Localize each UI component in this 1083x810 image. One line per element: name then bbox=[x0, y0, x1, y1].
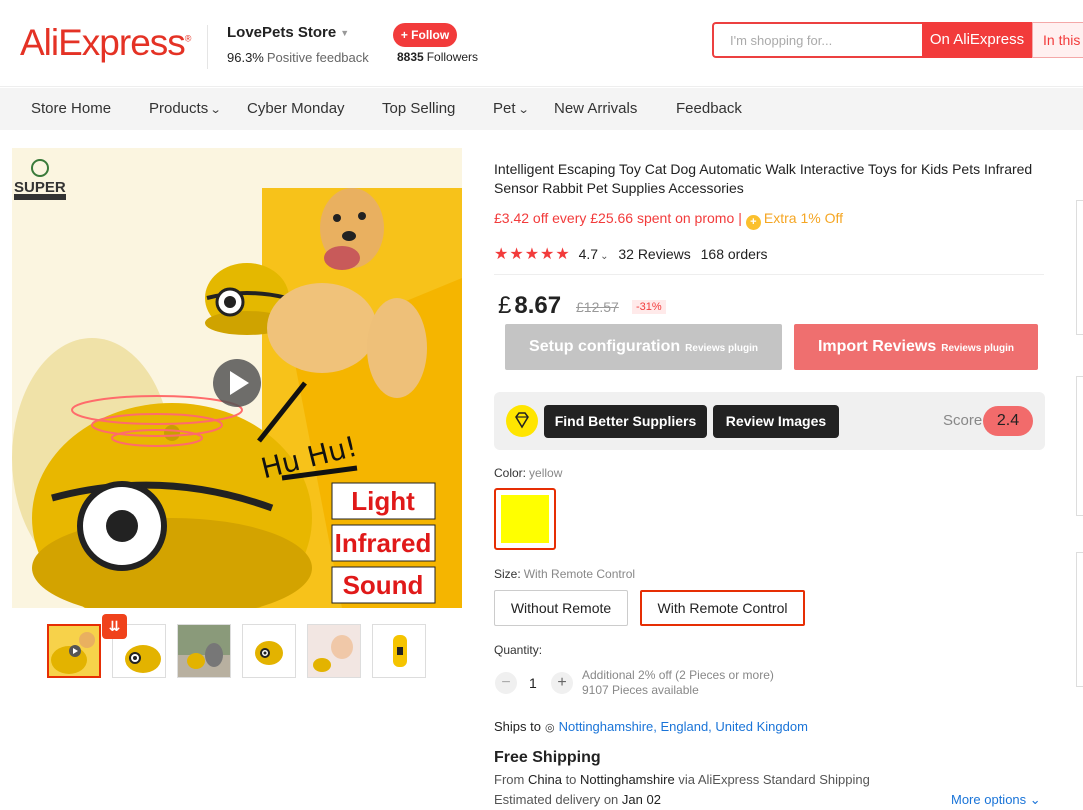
thumbnail-5[interactable] bbox=[307, 624, 361, 678]
nav-feedback[interactable]: Feedback bbox=[676, 100, 742, 117]
rating-row: ★★★★★ 4.7 ⌄ 32 Reviews 168 orders bbox=[494, 244, 768, 264]
ships-to: Ships to ◎ Nottinghamshire, England, Unite… bbox=[494, 719, 808, 734]
review-images-button[interactable]: Review Images bbox=[713, 405, 839, 438]
quantity-note: Additional 2% off (2 Pieces or more) 9107… bbox=[582, 668, 774, 697]
location-pin-icon: ◎ bbox=[544, 722, 555, 734]
side-card[interactable] bbox=[1076, 552, 1083, 687]
size-option-with-remote[interactable]: With Remote Control bbox=[640, 590, 805, 626]
swatch-fill bbox=[501, 495, 549, 543]
nav-products[interactable]: Products ⌄ bbox=[149, 100, 222, 117]
quantity-value[interactable]: 1 bbox=[529, 675, 537, 691]
feature-infrared: Infrared bbox=[335, 528, 432, 558]
reviews-link[interactable]: 32 Reviews bbox=[618, 246, 690, 262]
followers-count: 8835 Followers bbox=[397, 50, 479, 64]
color-label: Color: yellow bbox=[494, 466, 563, 480]
side-card[interactable] bbox=[1076, 376, 1083, 516]
quantity-decrease-button[interactable]: − bbox=[495, 672, 517, 694]
nav-new-arrivals[interactable]: New Arrivals bbox=[554, 100, 637, 117]
thumbnail-3[interactable] bbox=[177, 624, 231, 678]
chevron-down-icon: ⌄ bbox=[517, 104, 530, 116]
size-label: Size: With Remote Control bbox=[494, 567, 636, 581]
divider bbox=[207, 25, 208, 69]
estimated-delivery: Estimated delivery on Jan 02 bbox=[494, 792, 661, 807]
quantity-label: Quantity: bbox=[494, 643, 543, 657]
side-card[interactable] bbox=[1076, 200, 1083, 335]
product-title: Intelligent Escaping Toy Cat Dog Automat… bbox=[494, 161, 1033, 196]
thumbnail-1[interactable] bbox=[47, 624, 101, 678]
score-badge: 2.4 bbox=[983, 406, 1033, 436]
import-reviews-button[interactable]: Import Reviews Reviews plugin bbox=[794, 324, 1038, 370]
size-option-without-remote[interactable]: Without Remote bbox=[494, 590, 628, 626]
nav-pet[interactable]: Pet ⌄ bbox=[493, 100, 530, 117]
nav-cyber-monday[interactable]: Cyber Monday bbox=[247, 100, 345, 117]
more-options-link[interactable]: More options ⌄ bbox=[951, 792, 1041, 808]
thumbnail-6[interactable] bbox=[372, 624, 426, 678]
search-input[interactable] bbox=[714, 24, 922, 56]
brand-logo-text: SUPER bbox=[14, 179, 66, 196]
feature-sound: Sound bbox=[343, 570, 424, 600]
shipping-route: From China to Nottinghamshire via AliExp… bbox=[494, 772, 870, 787]
promo-line[interactable]: £3.42 off every £25.66 spent on promo | + E… bbox=[494, 210, 843, 230]
search-aliexpress-button[interactable]: On AliExpress bbox=[922, 22, 1032, 58]
rating-value[interactable]: 4.7 bbox=[579, 246, 598, 262]
nav-store-home[interactable]: Store Home bbox=[31, 100, 111, 117]
chevron-down-icon[interactable]: ⌄ bbox=[600, 251, 608, 262]
search-input-wrapper bbox=[712, 22, 922, 58]
diamond-icon[interactable] bbox=[506, 405, 538, 437]
feature-light: Light bbox=[351, 486, 415, 516]
star-rating-icon: ★★★★★ bbox=[494, 246, 571, 263]
supplier-tool-panel: Find Better Suppliers Review Images Scor… bbox=[494, 392, 1045, 450]
header: AliExpress® LovePets Store ▼ 96.3% Positiv… bbox=[0, 0, 1083, 87]
ships-to-location-link[interactable]: Nottinghamshire, England, United Kingdom bbox=[559, 719, 808, 734]
product-main-image[interactable]: SUPER Hu Hu! Light Infrared Sound bbox=[12, 148, 462, 608]
original-price: £12.57 bbox=[576, 299, 619, 315]
color-swatch-yellow[interactable] bbox=[494, 488, 556, 550]
aliexpress-logo[interactable]: AliExpress® bbox=[20, 22, 191, 64]
find-better-suppliers-button[interactable]: Find Better Suppliers bbox=[544, 405, 707, 438]
chevron-down-icon: ⌄ bbox=[209, 104, 222, 116]
nav-top-selling[interactable]: Top Selling bbox=[382, 100, 455, 117]
store-feedback: 96.3% Positive feedback bbox=[227, 50, 369, 65]
orders-count: 168 orders bbox=[700, 246, 768, 262]
store-nav: Store Home Products ⌄ Cyber Monday Top Se… bbox=[0, 88, 1083, 130]
coin-icon: + bbox=[745, 215, 761, 230]
caret-down-icon[interactable]: ▼ bbox=[340, 28, 349, 38]
quantity-increase-button[interactable]: + bbox=[551, 672, 573, 694]
chevron-down-icon: ⌄ bbox=[1029, 792, 1041, 807]
download-icon[interactable]: ⇊ bbox=[102, 614, 127, 639]
score-label: Score bbox=[943, 412, 983, 429]
search-store-button[interactable]: In this store bbox=[1032, 22, 1083, 58]
thumbnail-4[interactable] bbox=[242, 624, 296, 678]
product-illustration: SUPER Hu Hu! Light Infrared Sound bbox=[12, 148, 462, 608]
store-name[interactable]: LovePets Store ▼ bbox=[227, 24, 349, 41]
divider bbox=[494, 274, 1044, 275]
free-shipping-title: Free Shipping bbox=[494, 749, 601, 766]
current-price: £8.67 bbox=[498, 292, 562, 319]
discount-badge: -31% bbox=[632, 300, 666, 314]
follow-button[interactable]: + Follow bbox=[393, 23, 457, 47]
setup-configuration-button[interactable]: Setup configuration Reviews plugin bbox=[505, 324, 782, 370]
